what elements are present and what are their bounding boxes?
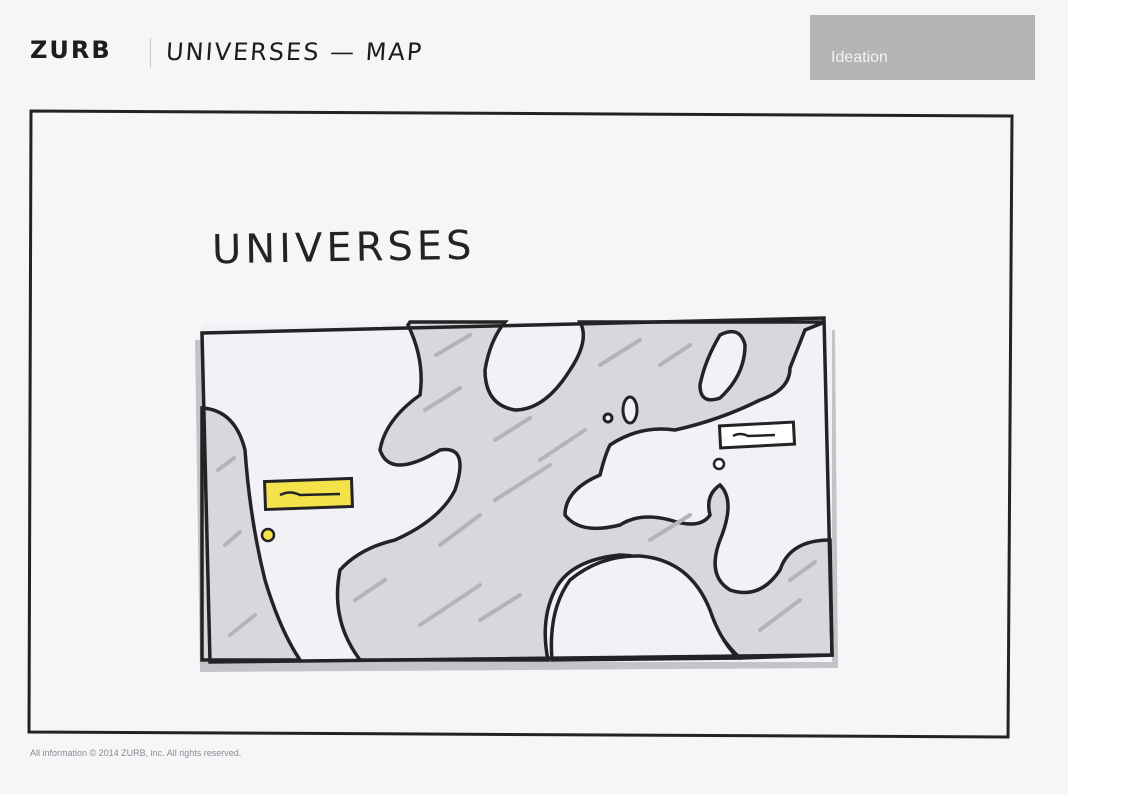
- marker-label-highlighted: [262, 476, 355, 512]
- header-divider: [150, 38, 151, 68]
- map-land-west: [200, 406, 304, 662]
- page-title: UNIVERSES — MAP: [165, 38, 425, 66]
- marker-dot-highlighted: [260, 527, 276, 543]
- brand-logo: ZURB: [30, 36, 112, 64]
- screen-frame: [27, 109, 1014, 739]
- marker-label-line-plain: [732, 432, 776, 438]
- phase-badge: Ideation: [810, 15, 1035, 80]
- marker-dot-plain: [712, 457, 726, 471]
- screen-heading: UNIVERSES: [211, 222, 476, 274]
- map-island-small: [602, 412, 614, 424]
- map-lake-north: [698, 329, 747, 402]
- map-marker-plain[interactable]: [712, 420, 797, 471]
- map-marker-highlighted[interactable]: [260, 476, 355, 543]
- footer-copyright: All information © 2014 ZURB, inc. All ri…: [30, 748, 242, 758]
- phase-badge-label: Ideation: [831, 49, 888, 66]
- map-land-south: [549, 554, 743, 662]
- map-hatching: [216, 333, 817, 637]
- marker-label-plain: [717, 420, 797, 450]
- map-shadow: [195, 330, 838, 672]
- marker-label-line: [279, 491, 341, 497]
- map-island-large: [621, 395, 639, 425]
- map-land-central: [335, 320, 834, 662]
- page-edge: [1068, 0, 1123, 794]
- map-water: [202, 322, 832, 662]
- map-frame: [200, 316, 834, 664]
- sketch-canvas: [27, 109, 1014, 739]
